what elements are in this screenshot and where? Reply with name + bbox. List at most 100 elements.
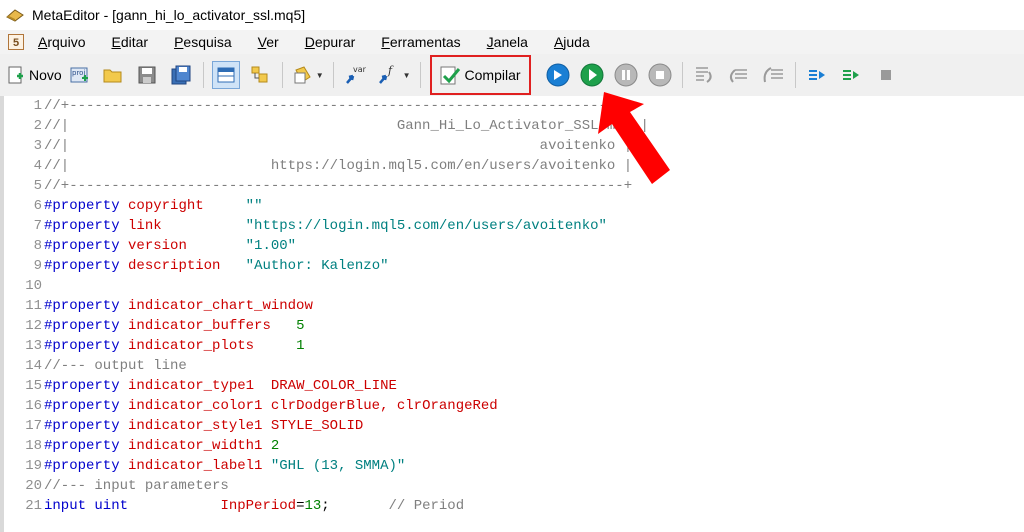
- code-text: #property indicator_color1 clrDodgerBlue…: [44, 398, 498, 414]
- code-line[interactable]: 4//| https://login.mql5.com/en/users/avo…: [4, 156, 1024, 176]
- save-icon: [138, 66, 156, 84]
- code-line[interactable]: 6 #property copyright "": [4, 196, 1024, 216]
- menu-pesquisa[interactable]: Pesquisa: [174, 34, 232, 50]
- menu-ajuda[interactable]: Ajuda: [554, 34, 590, 50]
- code-token: #property: [44, 458, 120, 474]
- code-line[interactable]: 3//| avoitenko |: [4, 136, 1024, 156]
- svg-text:var: var: [353, 65, 367, 74]
- code-line[interactable]: 7 #property link "https://login.mql5.com/…: [4, 216, 1024, 236]
- add-watch-button[interactable]: [804, 61, 832, 89]
- save-button[interactable]: [133, 61, 161, 89]
- code-token: #property: [44, 258, 120, 274]
- code-editor[interactable]: 1 //+------------------------------------…: [0, 96, 1024, 532]
- step-into-icon: [695, 67, 712, 83]
- line-number: 15: [25, 378, 42, 394]
- step-out-button[interactable]: [759, 61, 787, 89]
- styler-button[interactable]: ▼: [292, 61, 324, 89]
- menu-editar[interactable]: Editar: [111, 34, 148, 50]
- code-line[interactable]: 11 #property indicator_chart_window: [4, 296, 1024, 316]
- save-all-button[interactable]: [167, 61, 195, 89]
- styler-icon: [294, 66, 311, 84]
- code-line[interactable]: 16 #property indicator_color1 clrDodgerBl…: [4, 396, 1024, 416]
- code-text: #property copyright "": [44, 198, 262, 214]
- compile-button[interactable]: Compilar: [429, 55, 531, 95]
- add-breakpoint-button[interactable]: [838, 61, 866, 89]
- code-line[interactable]: 8 #property version "1.00": [4, 236, 1024, 256]
- navigator-toggle-button[interactable]: [211, 61, 240, 89]
- code-line[interactable]: 18 #property indicator_width1 2: [4, 436, 1024, 456]
- insert-function-button[interactable]: f ▼: [377, 61, 411, 89]
- toolbox-toggle-button[interactable]: [246, 61, 274, 89]
- code-text: //| Gann_Hi_Lo_Activator_SSL.mq5 |: [44, 118, 649, 134]
- step-over-icon: [729, 69, 747, 83]
- compile-icon: [440, 66, 460, 85]
- open-button[interactable]: [99, 61, 127, 89]
- code-text: #property indicator_width1 2: [44, 438, 279, 454]
- code-token: #property: [44, 218, 120, 234]
- window-title: MetaEditor - [gann_hi_lo_activator_ssl.m…: [32, 7, 306, 23]
- code-line[interactable]: 13 #property indicator_plots 1: [4, 336, 1024, 356]
- line-number: 14: [25, 358, 42, 374]
- code-text: //+-------------------------------------…: [44, 178, 632, 194]
- menu-arquivo[interactable]: Arquivo: [38, 34, 85, 50]
- toolbar-separator: [681, 62, 683, 88]
- new-button[interactable]: Novo: [6, 61, 62, 89]
- arrow-lines-icon: [808, 70, 825, 80]
- menu-ferramentas[interactable]: Ferramentas: [381, 34, 460, 50]
- step-into-button[interactable]: [691, 61, 719, 89]
- code-line[interactable]: 20//--- input parameters: [4, 476, 1024, 496]
- pause-button[interactable]: [612, 61, 640, 89]
- code-line[interactable]: 14//--- output line: [4, 356, 1024, 376]
- line-number: 9: [33, 258, 42, 274]
- code-line[interactable]: 1//+------------------------------------…: [4, 96, 1024, 116]
- line-number: 4: [33, 158, 42, 174]
- variable-icon: var: [345, 65, 367, 84]
- dropdown-caret-icon[interactable]: ▼: [316, 71, 324, 80]
- code-line[interactable]: 12 #property indicator_buffers 5: [4, 316, 1024, 336]
- code-line[interactable]: 21 input uint InpPeriod=13; // Period: [4, 496, 1024, 516]
- code-line[interactable]: 15 #property indicator_type1 DRAW_COLOR_L…: [4, 376, 1024, 396]
- code-token: //+-------------------------------------…: [44, 98, 633, 114]
- code-token: 13: [304, 498, 322, 514]
- code-line[interactable]: 2//| Gann_Hi_Lo_Activator_SSL.mq5 |: [4, 116, 1024, 136]
- code-token: #property: [44, 298, 120, 314]
- dropdown-caret-icon[interactable]: ▼: [403, 71, 411, 80]
- code-token: 1: [296, 338, 305, 354]
- step-over-button[interactable]: [725, 61, 753, 89]
- toolbar-separator: [419, 62, 421, 88]
- code-token: DRAW_COLOR_LINE: [270, 378, 397, 394]
- code-line[interactable]: 9 #property description "Author: Kalenzo": [4, 256, 1024, 276]
- menu-depurar[interactable]: Depurar: [305, 34, 356, 50]
- code-token: "": [245, 198, 263, 214]
- line-number: 18: [25, 438, 42, 454]
- code-line[interactable]: 10: [4, 276, 1024, 296]
- start-debug-button[interactable]: [578, 61, 606, 89]
- line-number: 16: [25, 398, 42, 414]
- insert-variable-button[interactable]: var: [342, 61, 370, 89]
- pause-icon: [614, 63, 638, 87]
- code-line[interactable]: 5//+------------------------------------…: [4, 176, 1024, 196]
- code-token: //| avoitenko |: [44, 138, 633, 154]
- new-project-button[interactable]: proj: [65, 61, 93, 89]
- menu-bar: 5 Arquivo Editar Pesquisa Ver Depurar Fe…: [0, 30, 1024, 55]
- document-icon[interactable]: 5: [8, 34, 24, 50]
- code-token: version: [128, 238, 187, 254]
- line-number: 10: [25, 278, 42, 294]
- start-on-real-data-button[interactable]: [544, 61, 572, 89]
- menu-janela[interactable]: Janela: [487, 34, 528, 50]
- code-line[interactable]: 19 #property indicator_label1 "GHL (13, S…: [4, 456, 1024, 476]
- menu-ver[interactable]: Ver: [258, 34, 279, 50]
- code-line[interactable]: 17 #property indicator_style1 STYLE_SOLID: [4, 416, 1024, 436]
- stop-square-button[interactable]: [872, 61, 900, 89]
- stop-button[interactable]: [646, 61, 674, 89]
- code-token: STYLE_SOLID: [270, 418, 364, 434]
- code-text: #property indicator_plots 1: [44, 338, 304, 354]
- stop-icon: [648, 63, 672, 87]
